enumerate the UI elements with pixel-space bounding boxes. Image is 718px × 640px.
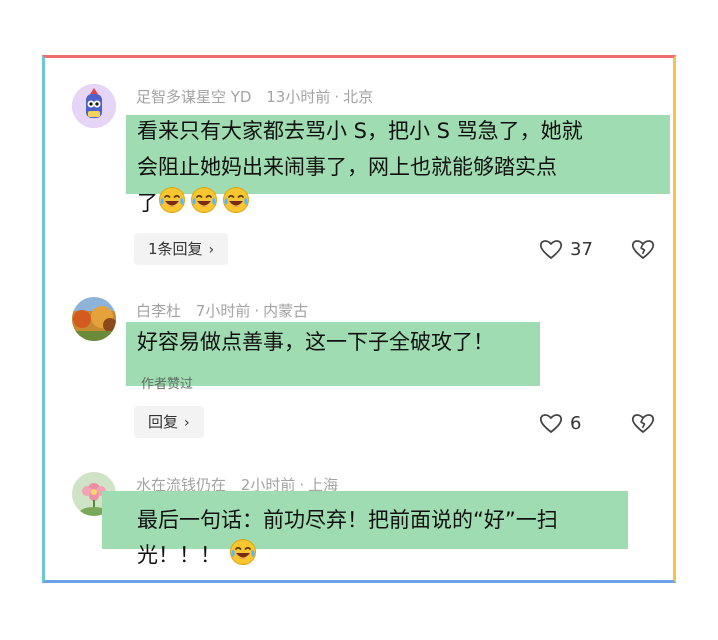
chevron-right-icon: ›	[208, 242, 215, 258]
reply-label: 回复	[148, 413, 179, 431]
username[interactable]: 足智多谋星空 YD	[136, 88, 251, 106]
like-count: 6	[570, 412, 582, 434]
heart-outline-icon	[539, 240, 563, 259]
view-replies-button[interactable]: 1条回复 ›	[134, 233, 229, 265]
avatar-image	[72, 84, 116, 128]
reply-label: 1条回复	[148, 240, 203, 258]
reply-button[interactable]: 回复 ›	[134, 406, 204, 438]
comment-text-line: 会阻止她妈出来闹事了，网上也就能够踏实点	[137, 155, 557, 179]
like-count: 37	[570, 238, 593, 260]
broken-heart-icon[interactable]	[630, 237, 656, 261]
username[interactable]: 白李杜	[136, 302, 181, 320]
meta-separator: ·	[254, 302, 260, 320]
location: 内蒙古	[263, 302, 309, 320]
comment-text-line: 看来只有大家都去骂小 S，把小 S 骂急了，她就	[137, 119, 583, 143]
comment-text-line: 最后一句话：前功尽弃！把前面说的“好”一扫	[137, 508, 558, 532]
laughing-emoji-icon	[222, 186, 250, 214]
comment-meta: 足智多谋星空 YD 13小时前 · 北京	[136, 86, 373, 107]
chevron-right-icon: ›	[184, 415, 190, 431]
meta-separator: ·	[334, 88, 340, 106]
avatar[interactable]	[72, 84, 116, 128]
laughing-emoji-icon	[158, 186, 186, 214]
location: 北京	[343, 88, 374, 106]
broken-heart-icon[interactable]	[630, 411, 656, 435]
comment-text-line: 了	[137, 186, 254, 220]
comment-text-line: 光！！！	[137, 538, 261, 572]
comment-meta: 白李杜 7小时前 · 内蒙古	[136, 300, 308, 321]
laughing-emoji-icon	[229, 538, 257, 566]
author-liked-badge: 作者赞过	[141, 377, 194, 392]
comment-text-tail: 了	[137, 191, 158, 215]
like-button[interactable]: 37	[538, 234, 593, 264]
avatar[interactable]	[72, 297, 116, 341]
comment-text-tail: 光！！！	[137, 543, 221, 567]
avatar-image	[72, 297, 116, 341]
like-button[interactable]: 6	[538, 408, 581, 438]
timestamp: 7小时前	[195, 302, 251, 320]
timestamp: 13小时前	[266, 88, 331, 106]
laughing-emoji-icon	[190, 186, 218, 214]
heart-outline-icon	[539, 414, 563, 433]
comment-text-line: 好容易做点善事，这一下子全破攻了！	[137, 330, 494, 354]
